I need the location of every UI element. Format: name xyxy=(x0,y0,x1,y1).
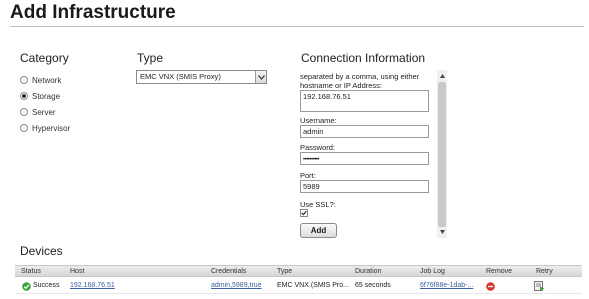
scroll-down-arrow-icon[interactable] xyxy=(437,228,447,236)
username-input-value: admin xyxy=(303,127,324,136)
column-header-host[interactable]: Host xyxy=(70,266,84,277)
ssl-label: Use SSL?: xyxy=(300,200,336,209)
category-option-server[interactable]: Server xyxy=(20,104,70,120)
username-input[interactable]: admin xyxy=(300,125,429,138)
category-option-hypervisor[interactable]: Hypervisor xyxy=(20,120,70,136)
remove-icon[interactable] xyxy=(486,282,495,298)
connection-scrollbar[interactable] xyxy=(437,70,447,238)
port-label: Port: xyxy=(300,171,316,180)
type-select[interactable]: EMC VNX (SMIS Proxy) xyxy=(136,70,267,84)
column-header-retry[interactable]: Retry xyxy=(536,266,553,277)
column-header-credentials[interactable]: Credentials xyxy=(211,266,246,277)
radio-button-selected[interactable] xyxy=(20,92,28,100)
add-button[interactable]: Add xyxy=(300,223,337,238)
port-input-value: 5989 xyxy=(303,182,320,191)
category-option-storage[interactable]: Storage xyxy=(20,88,70,104)
password-label: Password: xyxy=(300,143,336,152)
category-heading: Category xyxy=(20,51,69,65)
port-input[interactable]: 5989 xyxy=(300,180,429,193)
host-instruction-line1: separated by a comma, using either xyxy=(300,72,420,81)
status-cell: Success xyxy=(22,278,59,294)
username-label: Username: xyxy=(300,116,337,125)
column-header-job-log[interactable]: Job Log xyxy=(420,266,445,277)
type-heading: Type xyxy=(137,51,164,65)
column-header-duration[interactable]: Duration xyxy=(355,266,381,277)
status-text: Success xyxy=(33,282,60,289)
host-link[interactable]: 192.168.76.51 xyxy=(70,278,115,294)
host-input[interactable]: 192.168.76.51 xyxy=(300,90,429,112)
connection-scroll-area[interactable]: separated by a comma, using either hostn… xyxy=(297,68,447,239)
host-input-value: 192.168.76.51 xyxy=(303,92,351,101)
category-radio-group: Network Storage Server Hypervisor xyxy=(20,72,70,136)
scroll-up-arrow-icon[interactable] xyxy=(437,72,447,80)
column-header-status[interactable]: Status xyxy=(21,266,41,277)
category-option-label: Network xyxy=(32,75,62,85)
chevron-down-icon[interactable] xyxy=(255,71,266,83)
page-title: Add Infrastructure xyxy=(10,2,176,23)
job-log-link[interactable]: 6f76f88e-1dab-... xyxy=(420,278,473,294)
ssl-checkbox[interactable] xyxy=(300,209,308,217)
category-option-network[interactable]: Network xyxy=(20,72,70,88)
type-select-value: EMC VNX (SMIS Proxy) xyxy=(140,72,221,81)
credentials-link[interactable]: admin,5989,true xyxy=(211,278,262,294)
title-divider xyxy=(10,26,584,27)
column-header-type[interactable]: Type xyxy=(277,266,292,277)
radio-button[interactable] xyxy=(20,124,28,132)
type-cell: EMC VNX (SMIS Pro... xyxy=(277,282,349,289)
password-input-value: •••••••••• xyxy=(303,157,320,163)
devices-table-header: Status Host Credentials Type Duration Jo… xyxy=(15,265,582,277)
category-option-label: Hypervisor xyxy=(32,123,71,133)
connection-heading: Connection Information xyxy=(301,51,426,65)
category-option-label: Server xyxy=(32,107,56,117)
checkmark-icon xyxy=(301,210,307,216)
retry-icon[interactable] xyxy=(534,281,545,298)
radio-button[interactable] xyxy=(20,76,28,84)
success-check-icon xyxy=(22,281,31,291)
host-instruction-line2: hostname or IP Address: xyxy=(300,81,382,90)
password-input[interactable]: •••••••••• xyxy=(300,152,429,165)
devices-heading: Devices xyxy=(20,244,63,258)
column-header-remove[interactable]: Remove xyxy=(486,266,512,277)
duration-cell: 65 seconds xyxy=(355,282,391,289)
scrollbar-thumb[interactable] xyxy=(438,82,446,227)
category-option-label: Storage xyxy=(32,91,61,101)
table-row: Success 192.168.76.51 admin,5989,true EM… xyxy=(15,278,582,294)
radio-button[interactable] xyxy=(20,108,28,116)
